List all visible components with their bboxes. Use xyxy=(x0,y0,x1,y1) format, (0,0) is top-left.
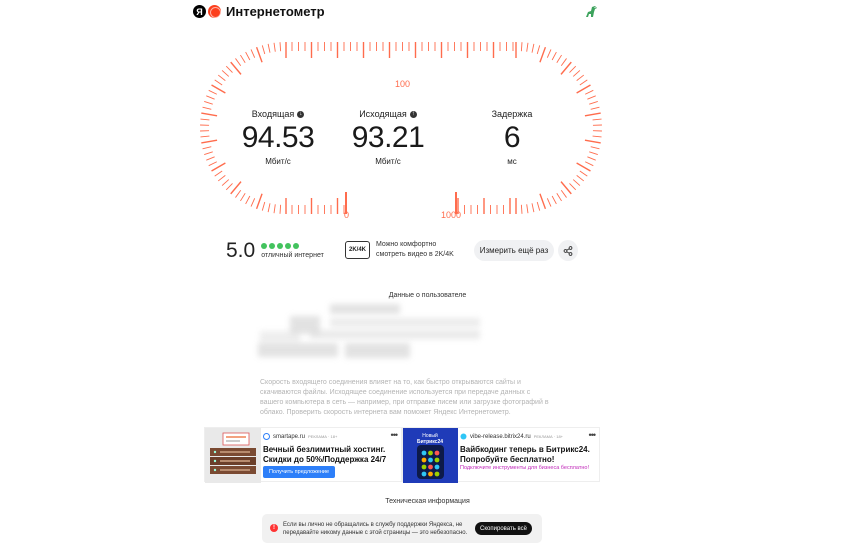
share-icon xyxy=(563,245,573,256)
upload-metric: Исходящая ↑ 93.21 Мбит/с xyxy=(328,109,448,166)
download-metric: Входящая ↓ 94.53 Мбит/с xyxy=(218,109,338,166)
ad1-headline-1: Вечный безлимитный хостинг. xyxy=(263,445,386,454)
share-button[interactable] xyxy=(558,240,578,261)
latency-label: Задержка xyxy=(491,109,533,119)
avatar-dino-icon[interactable] xyxy=(582,3,600,21)
rating-dot xyxy=(269,243,276,249)
latency-metric: Задержка 6 мс xyxy=(452,109,572,166)
download-value: 94.53 xyxy=(241,121,315,154)
page-title: Интернетометр xyxy=(226,4,325,19)
yandex-internetometer-logo[interactable]: Я Интернетометр xyxy=(193,4,325,19)
copy-all-button[interactable]: Скопировать всё xyxy=(475,522,532,535)
bitrix-promo-image: Новый Битрикс24 xyxy=(403,428,458,483)
quality-line-1: Можно комфортно xyxy=(376,241,437,248)
retest-button[interactable]: Измерить ещё раз xyxy=(474,240,554,261)
scale-label-0: 0 xyxy=(344,210,350,220)
rating-dot xyxy=(285,243,292,249)
ad2-tag: РЕКЛАМА · 18+ xyxy=(533,434,564,439)
ad2-subtext[interactable]: Подключите инструменты для бизнеса беспл… xyxy=(460,465,589,471)
server-rack-image xyxy=(205,428,261,483)
ad1-source[interactable]: smartape.ru xyxy=(273,434,305,440)
tech-info-panel: ! Если вы лично не обращались в службу п… xyxy=(262,514,542,543)
ad1-cta-button[interactable]: Получить предложение xyxy=(263,466,335,478)
quality-line-2: смотреть видео в 2K/4K xyxy=(376,251,454,258)
rating-dot xyxy=(277,243,284,249)
rating-dot xyxy=(261,243,268,249)
rating-dot xyxy=(293,243,300,249)
ad2-more-icon[interactable]: ••• xyxy=(589,430,597,440)
upload-value: 93.21 xyxy=(351,121,425,154)
ad2-source[interactable]: vibe-release.bitrix24.ru xyxy=(470,434,531,440)
page: Я Интернетометр 100 0 1000 Входящая ↓ 94.… xyxy=(0,0,855,550)
ad2-headline-1: Вайбкодинг теперь в Битрикс24. xyxy=(460,445,590,454)
download-arrow-icon[interactable]: ↓ xyxy=(297,110,305,118)
latency-unit: мс xyxy=(507,157,517,166)
smartape-favicon-icon xyxy=(263,433,270,440)
ad-bitrix24[interactable]: Новый Битрикс24 vibe-release.bitrix24.ru… xyxy=(402,427,600,483)
ad1-headline-2: Скидки до 50%/Поддержка 24/7 xyxy=(263,455,387,464)
scale-label-1000: 1000 xyxy=(441,210,462,220)
rating-score: 5.0 xyxy=(226,239,256,262)
upload-unit: Мбит/с xyxy=(375,157,401,166)
latency-value: 6 xyxy=(503,121,521,154)
tech-warning-text: Если вы лично не обращались в службу под… xyxy=(283,522,468,536)
download-unit: Мбит/с xyxy=(265,157,291,166)
speed-explanation-text: Скорость входящего соединения влияет на … xyxy=(260,379,549,416)
ad-block: smartape.ru РЕКЛАМА · 18+ ••• Вечный без… xyxy=(204,427,601,483)
bitrix-favicon-icon xyxy=(460,433,467,440)
internetometer-ball-icon xyxy=(208,5,221,18)
user-data-title: Данные о пользователе xyxy=(388,292,467,299)
ad1-more-icon[interactable]: ••• xyxy=(391,430,399,440)
rating-dots xyxy=(261,243,324,249)
upload-arrow-icon[interactable]: ↑ xyxy=(409,110,417,118)
monitor-2k4k-icon: 2K/4K xyxy=(345,241,370,259)
video-quality-info: 2K/4K Можно комфортно смотреть видео в 2… xyxy=(345,240,454,260)
ad1-tag: РЕКЛАМА · 18+ xyxy=(308,434,338,439)
upload-label: Исходящая xyxy=(359,109,407,119)
download-label: Входящая xyxy=(251,109,295,119)
ad-smartape[interactable]: smartape.ru РЕКЛАМА · 18+ ••• Вечный без… xyxy=(204,427,402,483)
yandex-logo-icon: Я xyxy=(193,5,206,18)
rating-description: отличный интернет xyxy=(261,252,324,259)
tech-info-title: Техническая информация xyxy=(385,498,470,505)
warning-icon: ! xyxy=(270,524,278,532)
ad2-headline-2: Попробуйте бесплатно! xyxy=(460,455,555,464)
speed-gauge: 100 0 1000 Входящая ↓ 94.53 Мбит/с Исходя… xyxy=(186,40,616,230)
connection-rating: 5.0 отличный интернет xyxy=(226,239,324,263)
scale-label-100: 100 xyxy=(395,79,411,89)
